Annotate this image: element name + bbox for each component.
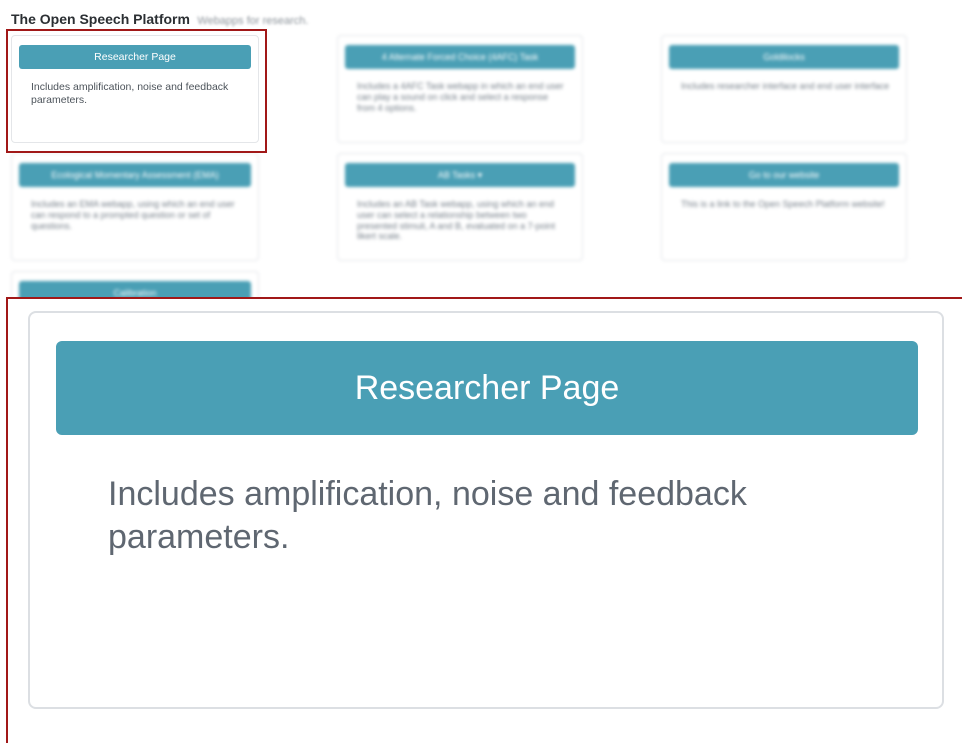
zoomed-researcher-page-button[interactable]: Researcher Page xyxy=(56,341,918,435)
card-ema: Ecological Momentary Assessment (EMA) In… xyxy=(11,153,259,261)
goldilocks-button[interactable]: Goldilocks xyxy=(669,45,899,69)
ab-tasks-dropdown-button[interactable]: AB Tasks ▾ xyxy=(345,163,575,187)
zoomed-card-description: Includes amplification, noise and feedba… xyxy=(108,475,747,556)
card-goldilocks: Goldilocks Includes researcher interface… xyxy=(661,35,907,143)
card-description: Includes an AB Task webapp, using which … xyxy=(357,199,556,242)
page-header: The Open Speech Platform Webapps for res… xyxy=(11,11,308,29)
zoomed-researcher-card: Researcher Page Includes amplification, … xyxy=(28,311,944,709)
highlight-box xyxy=(6,29,267,153)
website-button[interactable]: Go to our website xyxy=(669,163,899,187)
card-ab-tasks: AB Tasks ▾ Includes an AB Task webapp, u… xyxy=(337,153,583,261)
page-subtitle: Webapps for research. xyxy=(197,15,309,27)
card-website: Go to our website This is a link to the … xyxy=(661,153,907,261)
card-4afc-task: 4 Alternate Forced Choice (4AFC) Task In… xyxy=(337,35,583,143)
zoom-inset: Researcher Page Includes amplification, … xyxy=(6,297,962,743)
ema-button[interactable]: Ecological Momentary Assessment (EMA) xyxy=(19,163,251,187)
card-description: Includes a 4AFC Task webapp in which an … xyxy=(357,81,564,113)
card-description: Includes an EMA webapp, using which an e… xyxy=(31,199,235,231)
card-description: Includes researcher interface and end us… xyxy=(681,81,890,91)
page-title: The Open Speech Platform xyxy=(11,11,190,27)
card-description: This is a link to the Open Speech Platfo… xyxy=(681,199,885,209)
4afc-task-button[interactable]: 4 Alternate Forced Choice (4AFC) Task xyxy=(345,45,575,69)
